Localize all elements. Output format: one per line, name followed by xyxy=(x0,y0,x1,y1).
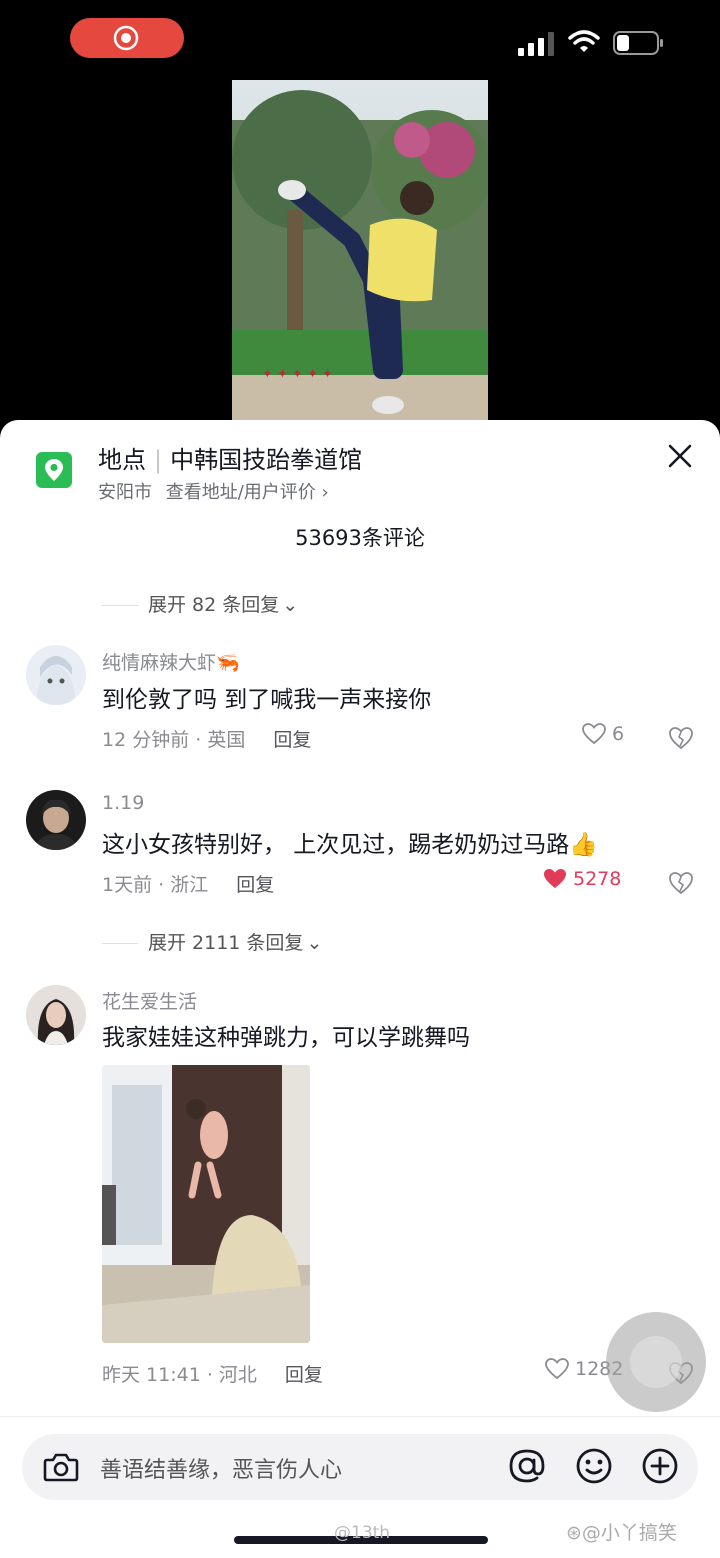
location-label: 地点 xyxy=(98,446,146,474)
svg-text:✦ ✦ ✦ ✦ ✦: ✦ ✦ ✦ ✦ ✦ xyxy=(262,367,333,382)
heart-outline-icon xyxy=(545,1358,569,1380)
expand-replies-label: 展开 82 条回复 xyxy=(148,594,280,616)
divider-line xyxy=(102,943,138,944)
like-count: 5278 xyxy=(573,868,622,890)
location-city: 安阳市 xyxy=(98,482,152,503)
at-mention-icon[interactable] xyxy=(507,1446,547,1486)
comment-time-place: 1天前 · 浙江 xyxy=(102,874,209,896)
wifi-icon xyxy=(568,30,600,52)
reply-button[interactable]: 回复 xyxy=(273,729,311,751)
shrimp-icon: 🦐 xyxy=(216,652,240,674)
reply-button[interactable]: 回复 xyxy=(236,874,274,896)
video-thumbnail[interactable]: ✦ ✦ ✦ ✦ ✦ xyxy=(232,80,488,420)
comment-meta: 12 分钟前 · 英国 回复 xyxy=(102,725,311,752)
weibo-logo-icon: ⊛ xyxy=(566,1522,582,1544)
like-button[interactable]: 6 xyxy=(582,723,624,745)
expand-replies-button[interactable]: 展开 82 条回复 ⌄ xyxy=(102,590,298,617)
cellular-signal-icon xyxy=(518,32,554,56)
screen-record-icon xyxy=(113,25,139,51)
like-count: 6 xyxy=(612,723,625,745)
comment-username[interactable]: 花生爱生活 xyxy=(102,987,197,1014)
comment-meta: 1天前 · 浙江 回复 xyxy=(102,870,274,897)
comment-text: 我家娃娃这种弹跳力，可以学跳舞吗 xyxy=(102,1025,470,1051)
comment-time-place: 12 分钟前 · 英国 xyxy=(102,729,246,751)
reply-button[interactable]: 回复 xyxy=(285,1364,323,1386)
chevron-down-icon: ⌄ xyxy=(306,932,323,954)
camera-icon[interactable] xyxy=(42,1448,80,1486)
close-icon[interactable] xyxy=(666,442,694,470)
watermark-left: @13th xyxy=(334,1523,391,1543)
comment-username[interactable]: 纯情麻辣大虾🦐 xyxy=(102,648,240,675)
comment-time-place: 昨天 11:41 · 河北 xyxy=(102,1364,257,1386)
comment-input-placeholder[interactable]: 善语结善缘，恶言伤人心 xyxy=(100,1452,342,1484)
comment-meta: 昨天 11:41 · 河北 回复 xyxy=(102,1360,323,1387)
divider-line xyxy=(102,605,138,606)
emoji-icon[interactable] xyxy=(574,1446,614,1486)
avatar[interactable] xyxy=(26,985,86,1045)
chevron-down-icon: ⌄ xyxy=(282,594,299,616)
username-text: 纯情麻辣大虾 xyxy=(102,652,217,674)
location-name: 中韩国技跆拳道馆 xyxy=(170,446,363,474)
heart-filled-icon xyxy=(544,869,566,888)
comment-count: 53693条评论 xyxy=(295,526,425,550)
battery-icon xyxy=(613,31,663,55)
comment-text: 到伦敦了吗 到了喊我一声来接你 xyxy=(102,687,432,713)
comment-text: 这小女孩特别好， 上次见过，踢老奶奶过马路👍 xyxy=(102,832,598,858)
location-title[interactable]: 地点 | 中韩国技跆拳道馆 xyxy=(98,440,362,475)
comment-username[interactable]: 1.19 xyxy=(102,792,144,814)
input-divider xyxy=(0,1416,720,1417)
broken-heart-icon[interactable] xyxy=(668,725,694,751)
watermark-right: ⊛@小丫搞笑 xyxy=(566,1518,677,1545)
watermark-right-text: @小丫搞笑 xyxy=(581,1522,677,1544)
heart-outline-icon xyxy=(582,723,606,745)
location-subtitle[interactable]: 安阳市 查看地址/用户评价 › xyxy=(98,478,329,504)
location-pin-icon xyxy=(36,452,72,488)
avatar[interactable] xyxy=(26,790,86,850)
broken-heart-icon[interactable] xyxy=(668,870,694,896)
assistive-touch-inner xyxy=(630,1336,682,1388)
location-link[interactable]: 查看地址/用户评价 › xyxy=(166,482,329,503)
add-icon[interactable] xyxy=(640,1446,680,1486)
comment-image[interactable] xyxy=(102,1065,310,1343)
expand-replies-button[interactable]: 展开 2111 条回复 ⌄ xyxy=(102,928,322,955)
avatar[interactable] xyxy=(26,645,86,705)
like-button[interactable]: 5278 xyxy=(543,868,621,890)
expand-replies-label: 展开 2111 条回复 xyxy=(148,932,304,954)
